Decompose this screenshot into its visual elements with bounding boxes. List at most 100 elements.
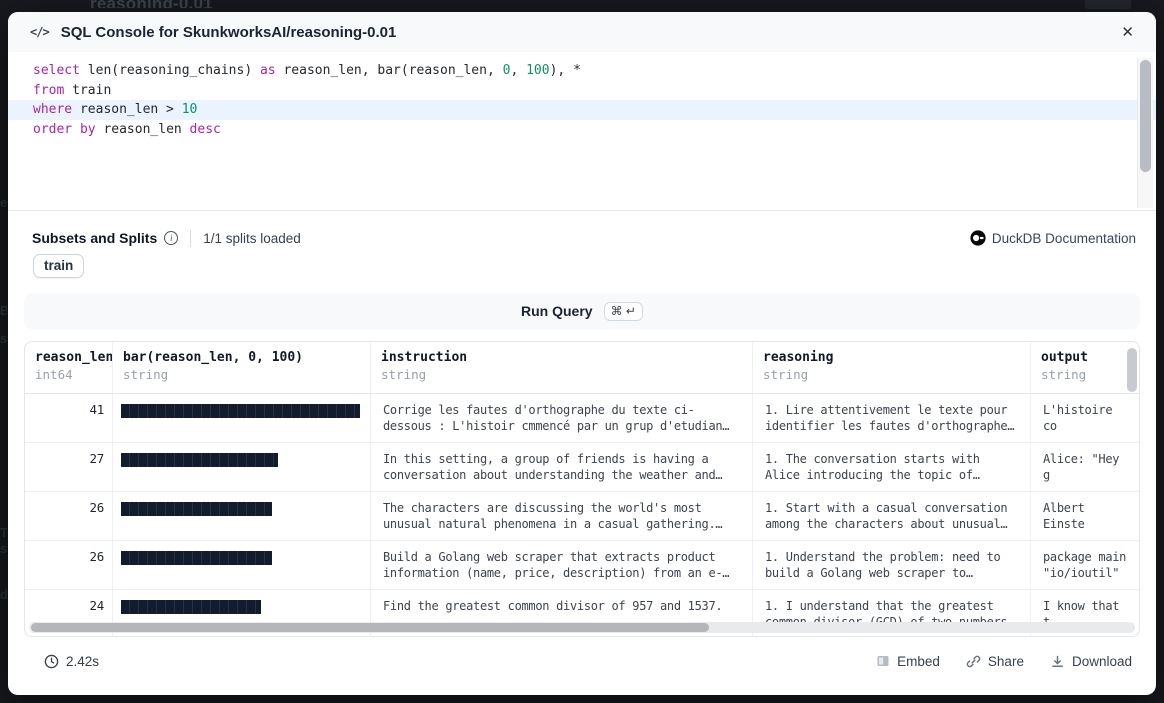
cell-instruction: Build a Golang web scraper that extracts… — [371, 541, 753, 589]
column-type: int64 — [35, 367, 102, 382]
background-edge-letter: s — [0, 331, 7, 346]
column-type: string — [123, 367, 360, 382]
background-heading-fragment: reasoning-0.01 — [90, 0, 213, 8]
duckdb-doc-label: DuckDB Documentation — [992, 231, 1136, 246]
column-header-reason-len[interactable]: reason_len int64 — [25, 342, 113, 393]
duckdb-doc-link[interactable]: DuckDB Documentation — [970, 230, 1136, 246]
bar-visualization — [121, 600, 261, 614]
editor-scrollbar[interactable] — [1137, 58, 1153, 208]
query-duration: 2.42s — [44, 654, 99, 669]
bar-visualization — [121, 453, 278, 467]
download-button[interactable]: Download — [1050, 654, 1132, 669]
column-header-instruction[interactable]: instructionstring — [371, 342, 753, 393]
share-label: Share — [988, 654, 1024, 669]
column-name: bar(reason_len, 0, 100) — [123, 350, 360, 365]
sql-line: order by reason_len desc — [8, 120, 1156, 140]
background-edge-letter: s — [0, 541, 7, 556]
sql-editor-lines: select len(reasoning_chains) as reason_l… — [8, 52, 1156, 139]
sql-line: select len(reasoning_chains) as reason_l… — [8, 61, 1156, 81]
split-badges: train — [33, 254, 84, 278]
cell-instruction: In this setting, a group of friends is h… — [371, 443, 753, 491]
cell-output: L'histoire co informatique — [1031, 394, 1139, 442]
split-badge-train[interactable]: train — [33, 254, 84, 278]
cell-bar — [113, 492, 371, 540]
cell-instruction-text: In this setting, a group of friends is h… — [383, 451, 740, 483]
cell-instruction-text: Build a Golang web scraper that extracts… — [383, 549, 740, 581]
cell-reasoning: 1. Start with a casual conversation amon… — [753, 492, 1031, 540]
cell-reasoning-text: 1. The conversation starts with Alice in… — [765, 451, 1018, 483]
clock-icon — [44, 654, 59, 669]
cell-reason-len: 41 — [25, 394, 113, 442]
cell-reasoning-text: 1. Start with a casual conversation amon… — [765, 500, 1018, 532]
sql-line: where reason_len > 10 — [8, 100, 1156, 120]
cell-output: package main "io/ioutil" ' — [1031, 541, 1139, 589]
cell-bar — [113, 394, 371, 442]
cell-reason-len: 26 — [25, 541, 113, 589]
results-table: reason_len int64 bar(reason_len, 0, 100) st… — [24, 341, 1140, 637]
divider — [190, 230, 191, 247]
cell-output-text: Albert Einste place called — [1043, 500, 1127, 533]
cell-reasoning: 1. The conversation starts with Alice in… — [753, 443, 1031, 491]
cell-output-text: package main "io/ioutil" ' — [1043, 549, 1127, 582]
table-horizontal-scrollbar-thumb[interactable] — [31, 623, 709, 632]
link-icon — [966, 654, 981, 669]
code-icon: </> — [30, 25, 49, 39]
duckdb-icon — [970, 230, 986, 246]
bar-visualization — [121, 404, 360, 418]
table-body: 41 Corrige les fautes d'orthographe du te… — [25, 394, 1139, 637]
modal-footer: 2.42s Embed Share — [24, 646, 1140, 676]
cell-output: Albert Einste place called — [1031, 492, 1139, 540]
sql-line: from train — [8, 81, 1156, 101]
sql-editor[interactable]: select len(reasoning_chains) as reason_l… — [8, 52, 1156, 211]
background-edge-letter: B — [0, 303, 7, 318]
modal-header: </> SQL Console for SkunkworksAI/reasoni… — [8, 12, 1156, 52]
cell-instruction: The characters are discussing the world'… — [371, 492, 753, 540]
cell-output-text: L'histoire co informatique — [1043, 402, 1127, 435]
sql-console-modal: </> SQL Console for SkunkworksAI/reasoni… — [8, 12, 1156, 695]
background-button-fragment — [1085, 0, 1131, 9]
table-row[interactable]: 26 Build a Golang web scraper that extrac… — [25, 541, 1139, 590]
column-name: reasoning — [763, 350, 1020, 365]
cell-instruction-text: The characters are discussing the world'… — [383, 500, 740, 532]
splits-loaded-status: 1/1 splits loaded — [203, 231, 301, 246]
column-type: string — [1041, 367, 1129, 382]
modal-title: SQL Console for SkunkworksAI/reasoning-0… — [61, 24, 397, 41]
column-header-bar-reason-len-0-100-[interactable]: bar(reason_len, 0, 100) string — [113, 342, 371, 393]
run-query-button[interactable]: Run Query ⌘ ↵ — [24, 293, 1140, 329]
embed-button[interactable]: Embed — [876, 654, 940, 669]
close-icon[interactable]: ✕ — [1121, 25, 1134, 40]
cell-output-text: Alice: "Hey g meteorologist — [1043, 451, 1127, 484]
background-edge-letter: e — [0, 195, 7, 210]
embed-label: Embed — [897, 654, 940, 669]
column-header-reasoning[interactable]: reasoning string — [753, 342, 1031, 393]
background-edge-letter: d — [0, 587, 7, 602]
bar-visualization — [121, 551, 272, 565]
cell-reason-len: 26 — [25, 492, 113, 540]
table-horizontal-scrollbar[interactable] — [29, 622, 1135, 633]
editor-scrollbar-thumb[interactable] — [1140, 60, 1151, 172]
column-name: reason_len — [35, 350, 102, 365]
keyboard-shortcut-badge: ⌘ ↵ — [604, 302, 643, 321]
table-row[interactable]: 41 Corrige les fautes d'orthographe du te… — [25, 394, 1139, 443]
footer-actions: Embed Share — [876, 654, 1132, 669]
share-button[interactable]: Share — [966, 654, 1024, 669]
column-header-output[interactable]: output string — [1031, 342, 1139, 393]
cell-reasoning: 1. Lire attentivement le texte pour iden… — [753, 394, 1031, 442]
run-query-label: Run Query — [521, 303, 593, 319]
column-type: string — [763, 367, 1020, 382]
cell-reasoning-text: 1. Lire attentivement le texte pour iden… — [765, 402, 1018, 434]
table-row[interactable]: 26 The characters are discussing the worl… — [25, 492, 1139, 541]
subsets-row: Subsets and Splits i 1/1 splits loaded D… — [32, 227, 1136, 249]
table-row[interactable]: 27In this setting, a group of friends is… — [25, 443, 1139, 492]
subsets-label: Subsets and Splits — [32, 230, 157, 246]
cell-reasoning: 1. Understand the problem: need to build… — [753, 541, 1031, 589]
query-duration-value: 2.42s — [66, 654, 99, 669]
info-icon[interactable]: i — [164, 231, 178, 245]
table-header-row: reason_len int64 bar(reason_len, 0, 100) st… — [25, 342, 1139, 394]
cell-output: Alice: "Hey g meteorologist — [1031, 443, 1139, 491]
table-vertical-scrollbar[interactable] — [1127, 348, 1137, 392]
column-name: instruction — [381, 350, 742, 365]
cell-instruction-text: Corrige les fautes d'orthographe du text… — [383, 402, 740, 434]
cell-instruction-text: Find the greatest common divisor of 957 … — [383, 598, 740, 614]
column-name: output — [1041, 350, 1129, 365]
